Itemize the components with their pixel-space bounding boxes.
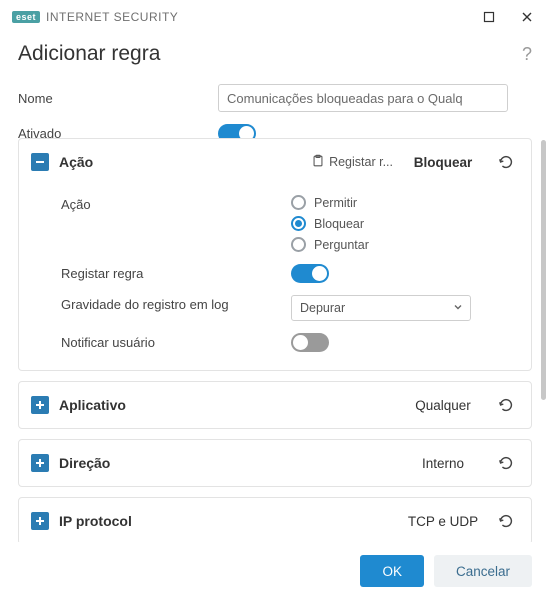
- gravidade-select[interactable]: Depurar: [291, 295, 471, 321]
- section-aplicativo: Aplicativo Qualquer: [18, 381, 532, 429]
- section-aplicativo-value: Qualquer: [403, 398, 483, 413]
- brand-product: INTERNET SECURITY: [46, 10, 178, 24]
- expand-icon[interactable]: [31, 454, 49, 472]
- collapse-icon[interactable]: [31, 153, 49, 171]
- cancel-button[interactable]: Cancelar: [434, 555, 532, 587]
- window-maximize-button[interactable]: [472, 3, 506, 31]
- section-ipprotocol: IP protocol TCP e UDP: [18, 497, 532, 542]
- help-icon[interactable]: ?: [522, 44, 532, 65]
- section-ipprotocol-reset[interactable]: [493, 508, 519, 534]
- acao-sublabel: Ação: [61, 195, 291, 212]
- section-direcao-header[interactable]: Direção Interno: [19, 440, 531, 486]
- registar-toggle[interactable]: [291, 264, 329, 283]
- section-acao-header[interactable]: Ação Registar r... Bloquear: [19, 139, 531, 185]
- page-title: Adicionar regra: [18, 42, 160, 66]
- ok-button[interactable]: OK: [360, 555, 424, 587]
- radio-perguntar-label: Perguntar: [314, 238, 369, 252]
- radio-bloquear-label: Bloquear: [314, 217, 364, 231]
- section-acao-chip: Registar r...: [311, 154, 393, 171]
- chevron-down-icon: [452, 301, 464, 316]
- section-aplicativo-header[interactable]: Aplicativo Qualquer: [19, 382, 531, 428]
- section-ipprotocol-title: IP protocol: [59, 513, 132, 529]
- section-ipprotocol-value: TCP e UDP: [403, 514, 483, 529]
- name-label: Nome: [18, 91, 218, 106]
- clipboard-icon: [311, 154, 325, 171]
- name-input[interactable]: [218, 84, 508, 112]
- section-aplicativo-title: Aplicativo: [59, 397, 126, 413]
- section-acao-body: Ação Permitir Bloquear Perguntar: [19, 185, 531, 370]
- section-direcao-value: Interno: [403, 456, 483, 471]
- section-acao-reset[interactable]: [493, 149, 519, 175]
- radio-permitir-label: Permitir: [314, 196, 357, 210]
- radio-bloquear[interactable]: Bloquear: [291, 216, 519, 231]
- sections-scroll[interactable]: Ação Registar r... Bloquear Ação Permiti…: [0, 138, 550, 542]
- section-acao-chip-label: Registar r...: [329, 155, 393, 169]
- title-bar: eset INTERNET SECURITY: [0, 0, 550, 34]
- section-acao: Ação Registar r... Bloquear Ação Permiti…: [18, 138, 532, 371]
- expand-icon[interactable]: [31, 396, 49, 414]
- brand-logo: eset: [12, 11, 40, 23]
- notificar-label: Notificar usuário: [61, 333, 291, 350]
- section-acao-title: Ação: [59, 154, 93, 170]
- gravidade-label: Gravidade do registro em log: [61, 295, 291, 312]
- section-ipprotocol-header[interactable]: IP protocol TCP e UDP: [19, 498, 531, 542]
- window-close-button[interactable]: [510, 3, 544, 31]
- row-name: Nome: [0, 80, 550, 116]
- section-aplicativo-reset[interactable]: [493, 392, 519, 418]
- section-direcao-title: Direção: [59, 455, 110, 471]
- brand: eset INTERNET SECURITY: [12, 10, 178, 24]
- registar-label: Registar regra: [61, 264, 291, 281]
- expand-icon[interactable]: [31, 512, 49, 530]
- page-header: Adicionar regra ?: [0, 34, 550, 80]
- notificar-toggle[interactable]: [291, 333, 329, 352]
- gravidade-value: Depurar: [300, 301, 345, 315]
- acao-radio-group: Permitir Bloquear Perguntar: [291, 195, 519, 252]
- section-direcao-reset[interactable]: [493, 450, 519, 476]
- section-acao-value: Bloquear: [403, 155, 483, 170]
- radio-permitir[interactable]: Permitir: [291, 195, 519, 210]
- radio-perguntar[interactable]: Perguntar: [291, 237, 519, 252]
- section-direcao: Direção Interno: [18, 439, 532, 487]
- scrollbar-thumb[interactable]: [541, 140, 546, 400]
- footer: OK Cancelar: [0, 542, 550, 600]
